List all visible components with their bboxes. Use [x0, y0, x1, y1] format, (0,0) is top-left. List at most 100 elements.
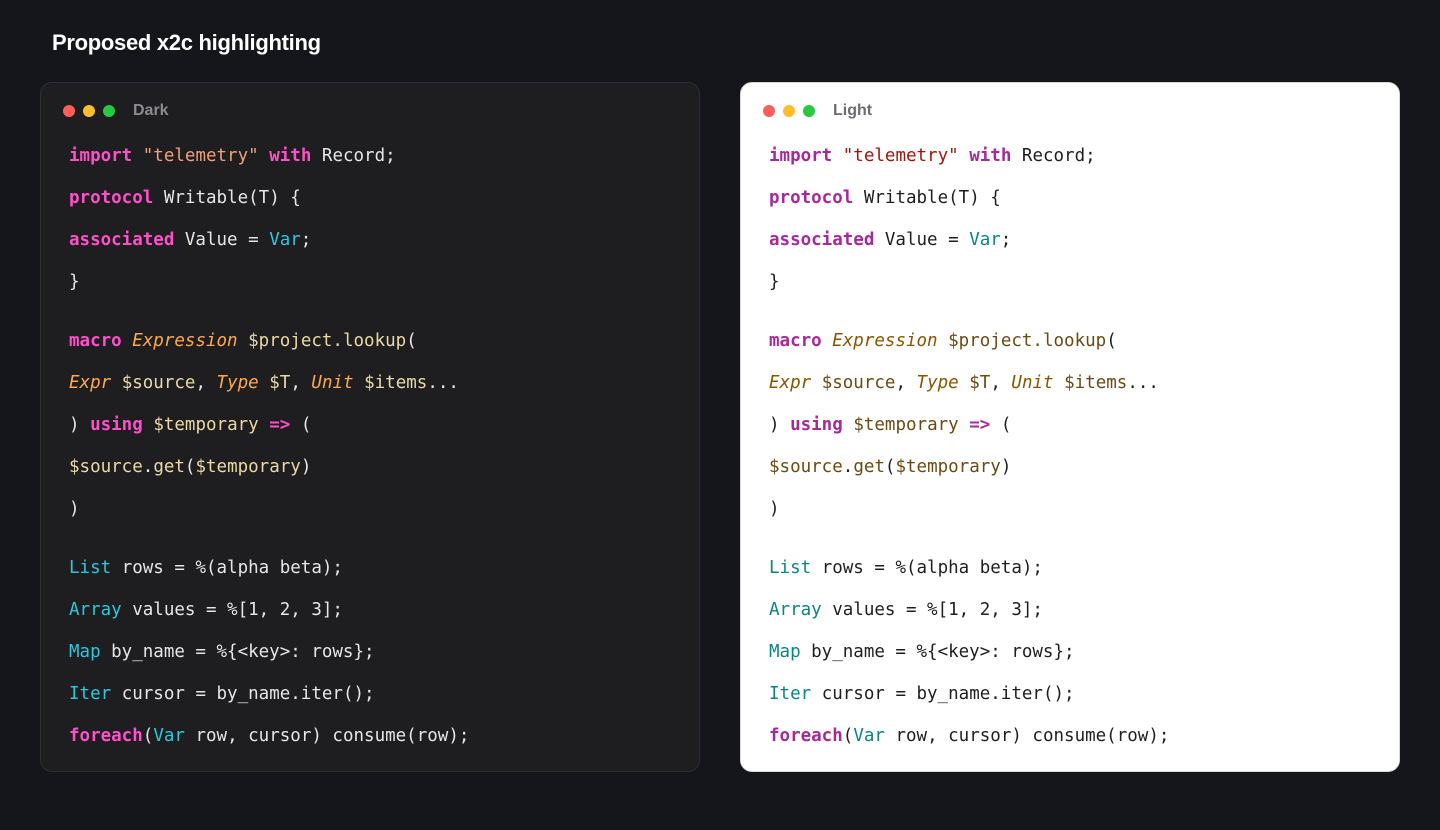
plain-token: (	[884, 457, 896, 477]
variable-token: $temporary	[895, 457, 1001, 477]
string-token: "telemetry"	[842, 146, 959, 166]
code-line: ) using $temporary => (	[69, 412, 679, 454]
plain-token: )	[69, 499, 80, 519]
type-token: Var	[853, 726, 885, 746]
plain-token: ,	[290, 373, 312, 393]
panel-label: Dark	[133, 102, 169, 119]
plain-token: .	[142, 457, 154, 477]
plain-token: rows = %(alpha beta);	[811, 558, 1043, 578]
plain-token: (	[184, 457, 196, 477]
variable-token: $source	[821, 373, 896, 393]
minimize-dot-icon[interactable]	[83, 105, 95, 117]
code-line: )	[769, 496, 1379, 538]
plain-token: Writable(T) {	[853, 188, 1001, 208]
keyword-token: using	[790, 415, 843, 435]
type-token: List	[769, 558, 812, 578]
code-line: foreach(Var row, cursor) consume(row);	[69, 723, 679, 765]
code-line: Iter cursor = by_name.iter();	[769, 681, 1379, 723]
code-line: import "telemetry" with Record;	[769, 143, 1379, 185]
window-titlebar: Light	[763, 102, 873, 119]
variable-token: $temporary	[195, 457, 301, 477]
plain-token: }	[769, 272, 780, 292]
keyword-token: foreach	[69, 726, 143, 746]
string-token: "telemetry"	[142, 146, 259, 166]
type-token: Var	[269, 230, 301, 250]
keyword-token: with	[269, 146, 312, 166]
plain-token: (	[142, 726, 154, 746]
variable-token: $T	[269, 373, 291, 393]
plain-token: )	[300, 457, 312, 477]
keyword-token: foreach	[769, 726, 843, 746]
type-token: Map	[69, 642, 101, 662]
code-line: Map by_name = %{<key>: rows};	[69, 639, 679, 681]
variable-token: $source	[769, 457, 843, 477]
panel-label: Light	[833, 102, 873, 119]
code-line: $source.get($temporary)	[69, 454, 679, 496]
plain-token: )	[769, 499, 780, 519]
keyword-token: =>	[969, 415, 991, 435]
plain-token: )	[1000, 457, 1012, 477]
plain-token: by_name = %{<key>: rows};	[100, 642, 375, 662]
keyword-token: protocol	[69, 188, 154, 208]
maximize-dot-icon[interactable]	[803, 105, 815, 117]
type-token: Var	[153, 726, 185, 746]
variable-token: $source	[121, 373, 196, 393]
keyword-token: protocol	[769, 188, 854, 208]
plain-token: Value =	[874, 230, 970, 250]
close-dot-icon[interactable]	[63, 105, 75, 117]
type-token: Array	[69, 600, 122, 620]
code-line: protocol Writable(T) {	[69, 185, 679, 227]
maximize-dot-icon[interactable]	[103, 105, 115, 117]
type-token: Var	[969, 230, 1001, 250]
plain-token: ,	[895, 373, 917, 393]
code-line: macro Expression $project.lookup(	[769, 328, 1379, 370]
dark-theme-panel: Dark import "telemetry" with Record; prot…	[40, 82, 700, 772]
plain-token: cursor = by_name.iter();	[111, 684, 375, 704]
code-line: Array values = %[1, 2, 3];	[769, 597, 1379, 639]
code-block: import "telemetry" with Record; protocol …	[69, 143, 679, 765]
page-title: Proposed x2c highlighting	[52, 30, 321, 55]
plain-token: ,	[195, 373, 217, 393]
plain-token: )	[769, 415, 791, 435]
plain-token: ...	[1127, 373, 1159, 393]
plain-token: (	[290, 415, 312, 435]
code-line: Map by_name = %{<key>: rows};	[769, 639, 1379, 681]
minimize-dot-icon[interactable]	[783, 105, 795, 117]
plain-token: ,	[990, 373, 1012, 393]
plain-token: Value =	[174, 230, 270, 250]
plain-token: .	[842, 457, 854, 477]
window-titlebar: Dark	[63, 102, 169, 119]
italic-type-token: Expr	[769, 373, 812, 393]
plain-token: cursor = by_name.iter();	[811, 684, 1075, 704]
variable-token: $temporary	[853, 415, 959, 435]
type-token: Iter	[69, 684, 112, 704]
keyword-token: =>	[269, 415, 291, 435]
variable-token: $project.lookup	[948, 331, 1107, 351]
code-line: Expr $source, Type $T, Unit $items...	[69, 370, 679, 412]
variable-token: $items	[364, 373, 428, 393]
type-token: Array	[769, 600, 822, 620]
italic-type-token: Unit	[1011, 373, 1054, 393]
plain-token: Writable(T) {	[153, 188, 301, 208]
variable-token: $temporary	[153, 415, 259, 435]
type-token: List	[69, 558, 112, 578]
close-dot-icon[interactable]	[763, 105, 775, 117]
italic-type-token: Expr	[69, 373, 112, 393]
code-line: }	[69, 269, 679, 311]
plain-token: ;	[300, 230, 312, 250]
italic-type-token: Type	[916, 373, 959, 393]
plain-token: rows = %(alpha beta);	[111, 558, 343, 578]
plain-token: (	[406, 331, 417, 351]
